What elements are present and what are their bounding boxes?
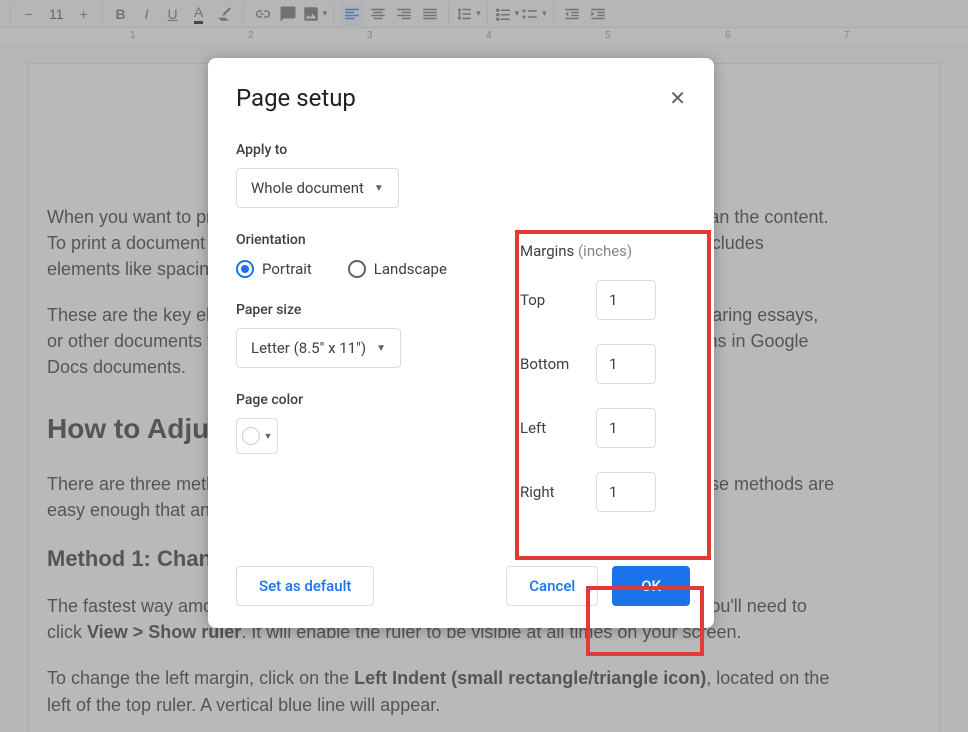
ok-button[interactable]: OK xyxy=(612,566,690,606)
margins-heading: Margins (inches) xyxy=(520,242,690,260)
close-icon[interactable]: ✕ xyxy=(665,82,690,114)
margin-left-input[interactable] xyxy=(596,408,656,448)
chevron-down-icon: ▼ xyxy=(264,431,273,442)
page-setup-dialog: Page setup ✕ Apply to Whole document ▼ O… xyxy=(208,58,714,628)
margin-bottom-input[interactable] xyxy=(596,344,656,384)
radio-checked-icon xyxy=(236,260,254,278)
orientation-landscape-radio[interactable]: Landscape xyxy=(348,260,447,278)
cancel-button[interactable]: Cancel xyxy=(506,566,598,606)
margin-bottom-label: Bottom xyxy=(520,355,596,373)
radio-unchecked-icon xyxy=(348,260,366,278)
paper-size-value: Letter (8.5" x 11") xyxy=(251,339,366,357)
chevron-down-icon: ▼ xyxy=(376,343,386,354)
paper-size-label: Paper size xyxy=(236,302,470,318)
apply-to-select[interactable]: Whole document ▼ xyxy=(236,168,399,208)
page-color-select[interactable]: ▼ xyxy=(236,418,278,454)
chevron-down-icon: ▼ xyxy=(374,183,384,194)
color-swatch-icon xyxy=(242,427,260,445)
margin-top-label: Top xyxy=(520,291,596,309)
margin-right-input[interactable] xyxy=(596,472,656,512)
set-default-button[interactable]: Set as default xyxy=(236,566,374,606)
radio-label: Landscape xyxy=(374,260,447,278)
orientation-portrait-radio[interactable]: Portrait xyxy=(236,260,312,278)
apply-to-value: Whole document xyxy=(251,179,364,197)
paper-size-select[interactable]: Letter (8.5" x 11") ▼ xyxy=(236,328,401,368)
orientation-label: Orientation xyxy=(236,232,470,248)
dialog-title: Page setup xyxy=(236,84,356,112)
page-color-label: Page color xyxy=(236,392,470,408)
radio-label: Portrait xyxy=(262,260,312,278)
margin-top-input[interactable] xyxy=(596,280,656,320)
margin-left-label: Left xyxy=(520,419,596,437)
margin-right-label: Right xyxy=(520,483,596,501)
apply-to-label: Apply to xyxy=(236,142,470,158)
